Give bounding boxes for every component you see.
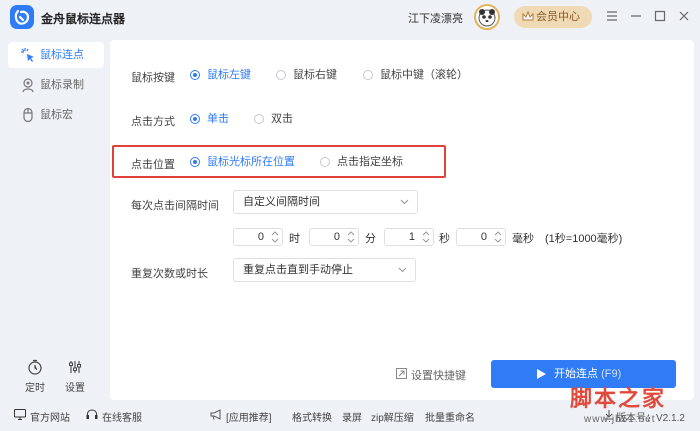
interval-select[interactable]: 自定义间隔时间 [233,190,418,214]
watermark-url: www.jb51.net [584,414,656,425]
online-support-link[interactable]: 在线客服 [86,409,142,424]
radio-single-click[interactable]: 单击 [190,111,229,127]
minutes-stepper[interactable]: 0 [309,228,359,246]
watermark: 脚本之家 [570,386,667,412]
stepper-arrows-icon[interactable] [494,231,502,243]
headset-icon [86,409,98,419]
repeat-label: 重复次数或时长 [131,268,208,280]
sidebar-item-mouse-click[interactable]: 鼠标连点 [8,42,104,68]
app-link-zip[interactable]: zip解压缩 [371,409,414,424]
radio-middle-button[interactable]: 鼠标中键（滚轮） [363,67,468,83]
sidebar-item-mouse-record[interactable]: 鼠标录制 [8,72,104,98]
vip-center-button[interactable]: 会员中心 [514,6,592,28]
app-link-screen-record[interactable]: 录屏 [342,409,362,424]
record-icon [22,78,34,93]
minutes-unit: 分 [365,233,376,245]
radio-left-button[interactable]: 鼠标左键 [190,67,251,83]
title-bar: 金舟鼠标连点器 江下凌漂亮 会员中心 [0,0,700,34]
timer-label: 定时 [25,383,45,394]
milliseconds-unit: 毫秒 [512,233,534,245]
clock-icon [28,359,42,375]
shortcut-icon [396,368,407,379]
megaphone-icon [210,409,221,420]
radio-right-button[interactable]: 鼠标右键 [276,67,337,83]
set-shortcut-button[interactable]: 设置快捷键 [396,367,466,383]
radio-double-click[interactable]: 双击 [254,111,293,127]
sidebar-item-label: 鼠标录制 [40,79,84,91]
app-link-format-convert[interactable]: 格式转换 [292,409,332,424]
main-panel [110,40,694,400]
seconds-unit: 秒 [439,233,450,245]
app-title: 金舟鼠标连点器 [41,12,126,26]
sidebar-item-label: 鼠标连点 [40,49,84,61]
sidebar-item-label: 鼠标宏 [40,109,73,121]
radio-fixed-coordinates[interactable]: 点击指定坐标 [320,154,403,170]
hours-unit: 时 [289,233,300,245]
cursor-click-icon [21,48,34,62]
chevron-down-icon [400,199,409,205]
seconds-stepper[interactable]: 1 [384,228,434,246]
click-mode-label: 点击方式 [131,116,175,128]
interval-label: 每次点击间隔时间 [131,200,219,212]
menu-icon[interactable] [604,8,620,24]
radio-cursor-position[interactable]: 鼠标光标所在位置 [190,154,295,170]
stepper-arrows-icon[interactable] [422,231,430,243]
sliders-icon [69,361,81,373]
official-website-link[interactable]: 官方网站 [14,409,70,424]
timer-button[interactable]: 定时 [20,359,50,394]
maximize-icon[interactable] [652,8,668,24]
settings-button[interactable]: 设置 [60,359,90,394]
app-link-batch-rename[interactable]: 批量重命名 [425,409,475,424]
mouse-icon [23,107,33,123]
click-position-label: 点击位置 [131,159,175,171]
username[interactable]: 江下凌漂亮 [408,10,463,26]
app-logo-icon [10,5,34,29]
play-icon [537,369,546,379]
sidebar-item-mouse-macro[interactable]: 鼠标宏 [8,102,104,128]
monitor-icon [14,409,26,420]
settings-label: 设置 [65,383,85,394]
mouse-button-label: 鼠标按键 [131,72,175,84]
hours-stepper[interactable]: 0 [233,228,283,246]
stepper-arrows-icon[interactable] [271,231,279,243]
interval-note: (1秒=1000毫秒) [545,233,623,245]
minimize-icon[interactable] [628,8,644,24]
crown-icon [522,11,534,21]
chevron-down-icon [398,267,407,273]
stepper-arrows-icon[interactable] [347,231,355,243]
sidebar: 鼠标连点 鼠标录制 鼠标宏 定时 设置 [0,34,110,400]
milliseconds-stepper[interactable]: 0 [456,228,506,246]
avatar[interactable] [474,4,500,30]
close-icon[interactable] [676,8,692,24]
repeat-select[interactable]: 重复点击直到手动停止 [233,258,416,282]
app-recommend-label: [应用推荐] [210,409,272,424]
vip-center-label: 会员中心 [536,11,580,23]
